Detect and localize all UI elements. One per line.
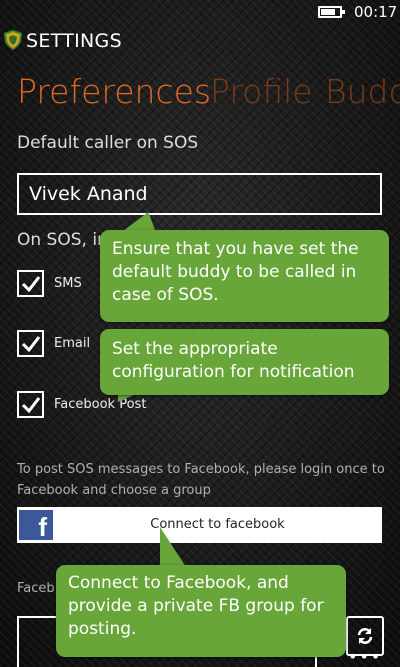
facebook-icon: f [19,510,53,540]
pivot-profile[interactable]: Profile [210,72,313,111]
tooltip-tail [114,212,156,232]
email-label: Email [54,336,91,351]
tooltip-notification-config: Set the appropriate configuration for no… [100,329,389,395]
default-caller-label: Default caller on SOS [17,133,199,153]
tooltip-default-buddy: Ensure that you have set the default bud… [100,230,389,322]
tooltip-facebook-connect: Connect to Facebook, and provide a priva… [56,565,346,657]
facebook-post-checkbox[interactable] [17,391,44,418]
app-title: SETTINGS [26,30,122,52]
pivot-preferences[interactable]: Preferences [17,72,211,111]
more-options-icon[interactable]: ••• [348,649,382,665]
email-checkbox[interactable] [17,330,44,357]
connect-facebook-label: Connect to facebook [150,517,285,532]
sms-checkbox[interactable] [17,270,44,297]
connect-facebook-button[interactable]: f Connect to facebook [17,507,382,543]
tooltip-tail [160,527,186,567]
battery-icon [318,6,345,18]
checkmark-icon [21,276,41,293]
status-bar: 00:17 [0,0,400,24]
checkmark-icon [21,397,41,414]
pivot-buddies[interactable]: Budd [325,72,400,111]
facebook-info-text: To post SOS messages to Facebook, please… [17,462,385,498]
clock: 00:17 [354,3,398,21]
sms-label: SMS [54,276,82,291]
default-caller-input[interactable]: Vivek Anand [17,173,382,215]
facebook-group-label: Faceb [17,581,55,596]
checkmark-icon [21,336,41,353]
refresh-icon [357,628,373,644]
shield-icon [4,30,22,50]
